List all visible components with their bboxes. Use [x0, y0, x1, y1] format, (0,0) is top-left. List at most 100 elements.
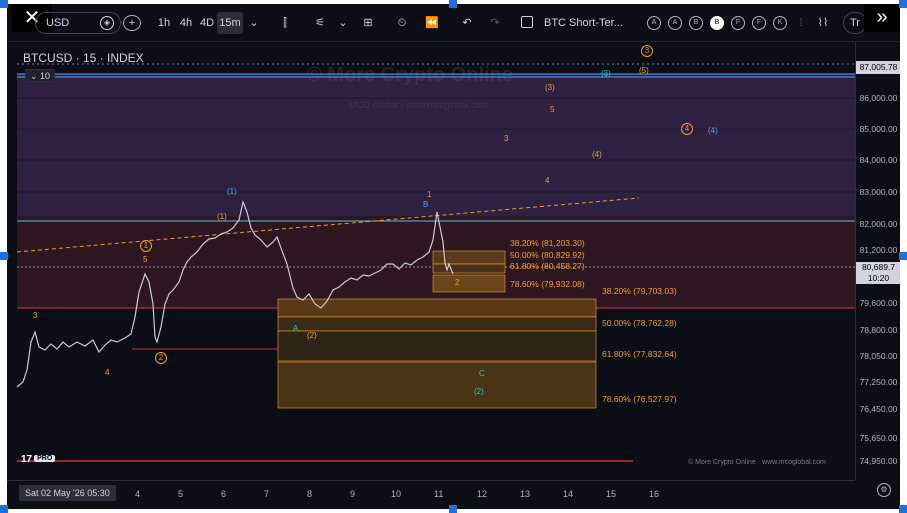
chart-pane[interactable]: BTCUSD · 15 · INDEX ⌄ 10 © More Crypto O… [7, 42, 900, 509]
selection-handle[interactable] [449, 0, 457, 8]
circle-button-f[interactable]: F [731, 16, 745, 30]
timeframe-1h[interactable]: 1h [154, 12, 174, 34]
wave-label-paren-5: (5) [639, 66, 649, 75]
fib-label-upper-1: 38.20% (81,203.30) [510, 238, 585, 248]
wave-cyan-a: A [293, 324, 299, 333]
watermark: © More Crypto Online [307, 64, 513, 86]
elliott-wave-icon[interactable]: ⌇⌇ [810, 12, 836, 34]
timeframe-15m[interactable]: 15m [217, 12, 243, 34]
time-label: 16 [649, 489, 660, 499]
time-label: 8 [307, 489, 313, 499]
price-axis[interactable]: 87,005.78 86,000.00 85,000.00 84,000.00 … [855, 42, 900, 480]
wave-cyan-paren-2: (2) [474, 387, 484, 396]
fib-label-lower-2: 50.00% (78,762.28) [602, 318, 677, 328]
circle-button-f-2[interactable]: F [752, 16, 766, 30]
logo-text: 17 [21, 454, 33, 465]
price-label: 77,250.00 [859, 377, 898, 387]
wave-cyan-c: C [479, 369, 485, 378]
circle-button-k[interactable]: K [773, 16, 787, 30]
collapse-count: 10 [40, 71, 51, 81]
price-label: 78,050.00 [859, 351, 898, 361]
current-price: 80,689.7 [861, 262, 896, 272]
symbol-legend[interactable]: BTCUSD · 15 · INDEX [23, 51, 144, 65]
chevron-down-icon[interactable]: ⌄ [247, 12, 261, 34]
time-label: 9 [350, 489, 356, 499]
layout-name[interactable]: BTC Short-Ter... [517, 12, 635, 34]
price-label: 76,450.00 [859, 404, 898, 414]
selection-handle[interactable] [0, 505, 8, 513]
selection-handle[interactable] [899, 505, 907, 513]
wave-circled-2: 2 [155, 352, 167, 364]
time-axis[interactable]: Sat 02 May '26 05:30 4 5 6 7 8 9 10 11 1… [7, 480, 855, 509]
circle-button-b-active[interactable]: B [710, 16, 724, 30]
selection-handle[interactable] [899, 0, 907, 8]
price-label: 74,950.00 [859, 456, 898, 466]
wave-label-4: 4 [105, 368, 110, 377]
wave-label-3-projected: 3 [504, 134, 509, 143]
circle-button-b[interactable]: B [689, 16, 703, 30]
fib-box-lower-2 [277, 316, 597, 332]
fib-label-lower-1: 38.20% (79,703.03) [602, 286, 677, 296]
wave-label-2: 2 [455, 278, 460, 287]
expand-icon[interactable]: » [864, 4, 900, 32]
bar-style-icon[interactable]: ⫿ [277, 12, 293, 34]
wave-label-paren-2: (2) [307, 331, 317, 340]
selection-handle[interactable] [0, 252, 8, 260]
fib-label-upper-3: 61.80% (80,458.27) [510, 261, 585, 271]
undo-icon[interactable]: ↶ [459, 12, 475, 34]
circle-button-a-2[interactable]: A [668, 16, 682, 30]
drag-handle-icon[interactable]: ⁞ [796, 12, 806, 34]
time-label: 15 [606, 489, 617, 499]
timeframe-4h[interactable]: 4h [176, 12, 196, 34]
footer-watermark: © More Crypto Online · www.mcoglobal.com [688, 459, 826, 466]
date-cursor-label: Sat 02 May '26 05:30 [19, 485, 116, 501]
indicators-icon[interactable]: ⚟ [310, 12, 330, 34]
price-label: 85,000.00 [859, 124, 898, 134]
time-label: 14 [563, 489, 574, 499]
time-label: 7 [264, 489, 270, 499]
wave-circled-3: 3 [641, 45, 653, 57]
settings-gear-icon[interactable]: ⚙ [877, 483, 891, 497]
redo-icon[interactable]: ↷ [487, 12, 503, 34]
time-label: 13 [520, 489, 531, 499]
collapse-badge[interactable]: ⌄ 10 [25, 69, 55, 82]
replay-icon[interactable]: ⏪ [423, 12, 441, 34]
price-label: 78,800.00 [859, 325, 898, 335]
price-label: 81,200.00 [859, 245, 898, 255]
time-label: 12 [477, 489, 488, 499]
chart-window: ✕ USD ◈ + 1h 4h 4D 15m ⌄ ⫿ ⚟ ⌄ ⊞ ⏲ ⏪ ↶ ↷… [7, 4, 900, 509]
time-label: 5 [178, 489, 184, 499]
wave-label-4-projected: 4 [545, 176, 550, 185]
top-price-tag: 87,005.78 [856, 61, 900, 74]
selection-handle[interactable] [449, 505, 457, 513]
price-label: 75,650.00 [859, 433, 898, 443]
selection-handle[interactable] [899, 252, 907, 260]
purple-zone [17, 74, 855, 216]
top-toolbar: ✕ USD ◈ + 1h 4h 4D 15m ⌄ ⫿ ⚟ ⌄ ⊞ ⏲ ⏪ ↶ ↷… [7, 4, 900, 42]
timeframe-4d[interactable]: 4D [197, 12, 217, 34]
wave-cyan-paren-3: (3) [601, 69, 611, 78]
tradingview-logo[interactable]: 17 PRO [21, 454, 77, 468]
watermark-sub: MCO Global | www.mcoglobal.com [349, 100, 488, 110]
wave-label-paren-3: (3) [545, 83, 555, 92]
alert-icon[interactable]: ⏲ [393, 12, 411, 34]
wave-label-paren-1: (1) [217, 212, 227, 221]
wave-label-paren-4: (4) [592, 150, 602, 159]
watch-icon[interactable]: ◈ [100, 16, 114, 30]
fib-label-upper-4: 78.60% (79,932.08) [510, 279, 585, 289]
fib-label-lower-4: 78.60% (76,527.97) [602, 394, 677, 404]
layout-grid-icon[interactable]: ⊞ [359, 12, 377, 34]
fib-box-lower-3 [277, 330, 597, 362]
symbol-label: USD [46, 17, 70, 29]
add-symbol-button[interactable]: + [123, 15, 141, 31]
wave-circled-1: 1 [140, 240, 152, 252]
wave-label-3: 3 [33, 311, 38, 320]
wave-label-1: 1 [427, 190, 432, 199]
circle-button-a[interactable]: A [647, 16, 661, 30]
selection-handle[interactable] [0, 0, 8, 8]
time-label: 4 [135, 489, 141, 499]
wave-label-5: 5 [143, 255, 148, 264]
time-label: 10 [391, 489, 402, 499]
chevron-down-icon[interactable]: ⌄ [337, 12, 349, 34]
symbol-search[interactable]: USD ◈ [35, 12, 121, 34]
